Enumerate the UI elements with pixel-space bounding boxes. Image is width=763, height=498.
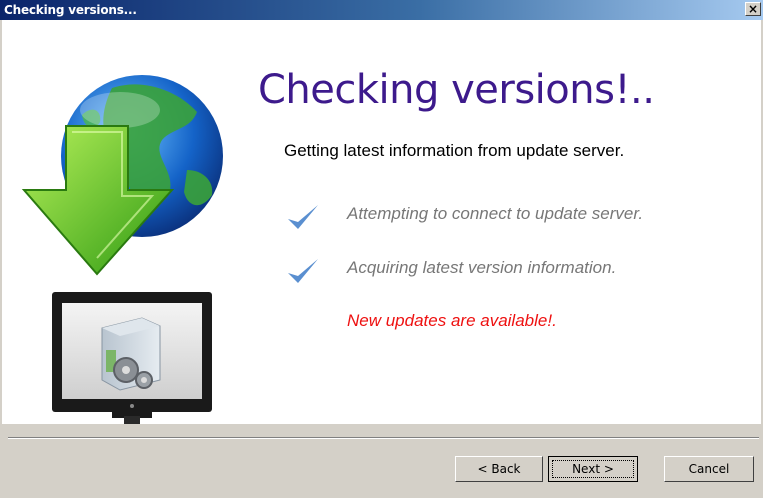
wizard-illustration (21, 75, 223, 424)
next-button[interactable]: Next > (548, 456, 638, 482)
status-message: New updates are available!. (347, 311, 557, 330)
page-title: Checking versions!.. (258, 67, 655, 113)
step-label: Acquiring latest version information. (347, 258, 617, 277)
focus-rect (552, 460, 634, 478)
title-bar: Checking versions... × (0, 0, 763, 20)
close-icon: × (747, 2, 759, 16)
window-title: Checking versions... (4, 3, 137, 17)
checkmark-icon (288, 259, 318, 283)
cancel-button[interactable]: Cancel (664, 456, 754, 482)
checkmark-icon (288, 205, 318, 229)
monitor-icon (52, 292, 212, 424)
back-button[interactable]: < Back (455, 456, 543, 482)
step-label: Attempting to connect to update server. (347, 204, 644, 223)
divider-highlight (8, 438, 759, 439)
content-panel: Checking versions!.. Getting latest info… (2, 20, 761, 424)
page-subtitle: Getting latest information from update s… (284, 141, 625, 160)
close-button[interactable]: × (745, 2, 761, 16)
